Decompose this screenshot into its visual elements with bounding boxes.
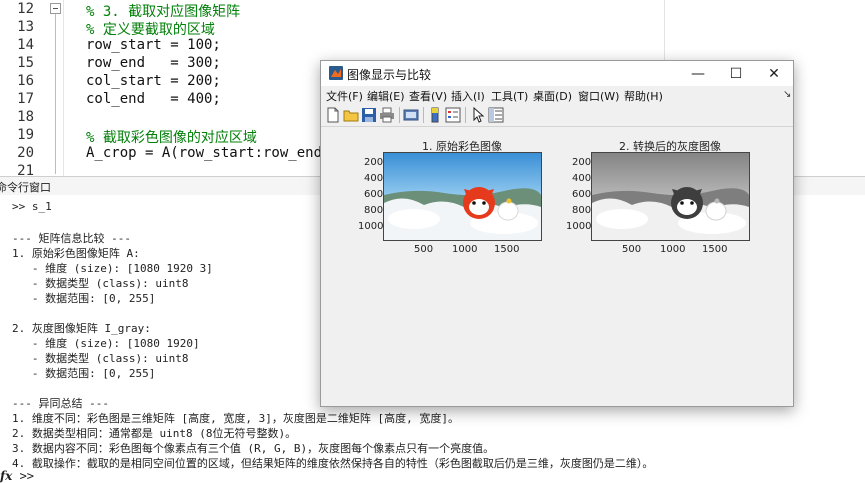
command-output-line: --- 矩阵信息比较 --- — [12, 232, 131, 245]
code-line[interactable]: col_end = 400; — [86, 91, 221, 107]
axes-2-xtick: 500 — [622, 244, 642, 255]
command-output-line: - 数据范围: [0, 255] — [12, 292, 156, 305]
line-number-gutter: 12 13 14 15 16 17 18 19 20 21 — [0, 0, 64, 176]
command-prompt[interactable]: fx >> — [0, 469, 34, 483]
axes-2-ytick: 600 — [572, 189, 592, 200]
pointer-icon[interactable] — [470, 107, 486, 123]
axes-1-ytick: 400 — [364, 173, 384, 184]
command-output-line: - 数据类型 (class): uint8 — [12, 352, 189, 365]
command-window-title: 命令行窗口 — [0, 181, 51, 194]
function-browser-icon[interactable]: fx — [0, 469, 12, 483]
line-number: 18 — [17, 109, 34, 125]
command-output-line: - 维度 (size): [1080 1920 3] — [12, 262, 213, 275]
menu-edit[interactable]: 编辑(E) — [367, 88, 405, 104]
code-comment-line[interactable]: % 截取彩色图像的对应区域 — [86, 127, 257, 147]
code-line[interactable]: A_crop = A(row_start:row_end, c — [86, 145, 347, 161]
matlab-app-icon — [329, 66, 343, 80]
axes-1-xtick: 1000 — [452, 244, 478, 255]
code-line[interactable]: col_start = 200; — [86, 73, 221, 89]
menu-window[interactable]: 窗口(W) — [578, 88, 619, 104]
axes-1-ytick: 800 — [364, 205, 384, 216]
colorbar-icon[interactable] — [427, 107, 443, 123]
fold-line — [55, 14, 56, 174]
legend-icon[interactable] — [445, 107, 461, 123]
property-inspector-icon[interactable] — [488, 107, 504, 123]
open-file-icon[interactable] — [343, 107, 359, 123]
color-image — [384, 153, 541, 240]
command-output-line: 2. 数据类型相同：通常都是 uint8 (8位无符号整数)。 — [12, 427, 297, 440]
axes-2-xtick: 1500 — [702, 244, 728, 255]
menu-desktop[interactable]: 桌面(D) — [533, 88, 572, 104]
toolbar-separator — [399, 107, 400, 123]
line-number: 20 — [17, 145, 34, 161]
minimize-button[interactable]: — — [679, 61, 717, 86]
close-icon: ✕ — [768, 65, 780, 82]
code-comment-line[interactable]: % 定义要截取的区域 — [86, 19, 215, 39]
figure-toolbar — [321, 104, 793, 127]
line-number: 15 — [17, 55, 34, 71]
menu-view[interactable]: 查看(V) — [409, 88, 447, 104]
menu-file[interactable]: 文件(F) — [326, 88, 363, 104]
minimize-icon: — — [691, 65, 705, 82]
axes-1-ytick: 1000 — [358, 221, 384, 232]
axes-1-xtick: 500 — [414, 244, 434, 255]
command-output-line: 2. 灰度图像矩阵 I_gray: — [12, 322, 151, 335]
axes-2-ytick: 800 — [572, 205, 592, 216]
axes-1-ytick: 600 — [364, 189, 384, 200]
toolbar-separator — [465, 107, 466, 123]
line-number: 21 — [17, 163, 34, 176]
command-output-line: - 数据范围: [0, 255] — [12, 367, 156, 380]
grayscale-image — [592, 153, 749, 240]
line-number: 13 — [17, 19, 34, 35]
fold-toggle-icon[interactable] — [50, 3, 61, 14]
dock-arrow-icon[interactable]: ↘ — [783, 89, 791, 100]
figure-canvas[interactable]: 1. 原始彩色图像 200 400 600 800 1000 500 1000 … — [321, 127, 793, 406]
command-output-line: 1. 维度不同：彩色图是三维矩阵 [高度, 宽度, 3]，灰度图是二维矩阵 [高… — [12, 412, 459, 425]
axes-2-xtick: 1000 — [660, 244, 686, 255]
figure-titlebar[interactable]: 图像显示与比较 — ☐ ✕ — [321, 61, 793, 86]
code-line[interactable]: row_start = 100; — [86, 37, 221, 53]
print-preview-icon[interactable] — [403, 107, 419, 123]
figure-window[interactable]: 图像显示与比较 — ☐ ✕ 文件(F) 编辑(E) 查看(V) 插入(I) 工具… — [320, 60, 794, 407]
axes-2-ytick: 200 — [572, 157, 592, 168]
code-line[interactable]: row_end = 300; — [86, 55, 221, 71]
toolbar-separator — [423, 107, 424, 123]
menu-tools[interactable]: 工具(T) — [491, 88, 528, 104]
axes-2-ytick: 400 — [572, 173, 592, 184]
figure-menubar: 文件(F) 编辑(E) 查看(V) 插入(I) 工具(T) 桌面(D) 窗口(W… — [321, 86, 793, 104]
menu-insert[interactable]: 插入(I) — [451, 88, 485, 104]
figure-title: 图像显示与比较 — [347, 68, 432, 82]
line-number: 12 — [17, 1, 34, 17]
axes-1-image[interactable] — [383, 152, 542, 241]
prompt-symbol: >> — [19, 469, 35, 483]
command-output-line: - 维度 (size): [1080 1920] — [12, 337, 200, 350]
axes-1-ytick: 200 — [364, 157, 384, 168]
line-number: 16 — [17, 73, 34, 89]
maximize-button[interactable]: ☐ — [717, 61, 755, 86]
command-output-line: - 数据类型 (class): uint8 — [12, 277, 189, 290]
print-icon[interactable] — [379, 107, 395, 123]
command-output-line: 1. 原始彩色图像矩阵 A: — [12, 247, 140, 260]
new-figure-icon[interactable] — [325, 107, 341, 123]
maximize-icon: ☐ — [729, 65, 743, 82]
line-number: 17 — [17, 91, 34, 107]
axes-2-image[interactable] — [591, 152, 750, 241]
line-number: 19 — [17, 127, 34, 143]
code-comment-line[interactable]: % 3. 截取对应图像矩阵 — [86, 1, 240, 21]
command-output-line: --- 异同总结 --- — [12, 397, 109, 410]
axes-1-xtick: 1500 — [494, 244, 520, 255]
menu-help[interactable]: 帮助(H) — [624, 88, 663, 104]
command-output-line: 3. 数据内容不同：彩色图每个像素点有三个值 (R, G, B)，灰度图每个像素… — [12, 442, 495, 455]
command-output-line: >> s_1 — [12, 200, 52, 213]
line-number: 14 — [17, 37, 34, 53]
save-icon[interactable] — [361, 107, 377, 123]
axes-2-ytick: 1000 — [566, 221, 592, 232]
close-button[interactable]: ✕ — [755, 61, 793, 86]
command-output-line: 4. 截取操作：截取的是相同空间位置的区域，但结果矩阵的维度依然保持各自的特性（… — [12, 457, 654, 470]
